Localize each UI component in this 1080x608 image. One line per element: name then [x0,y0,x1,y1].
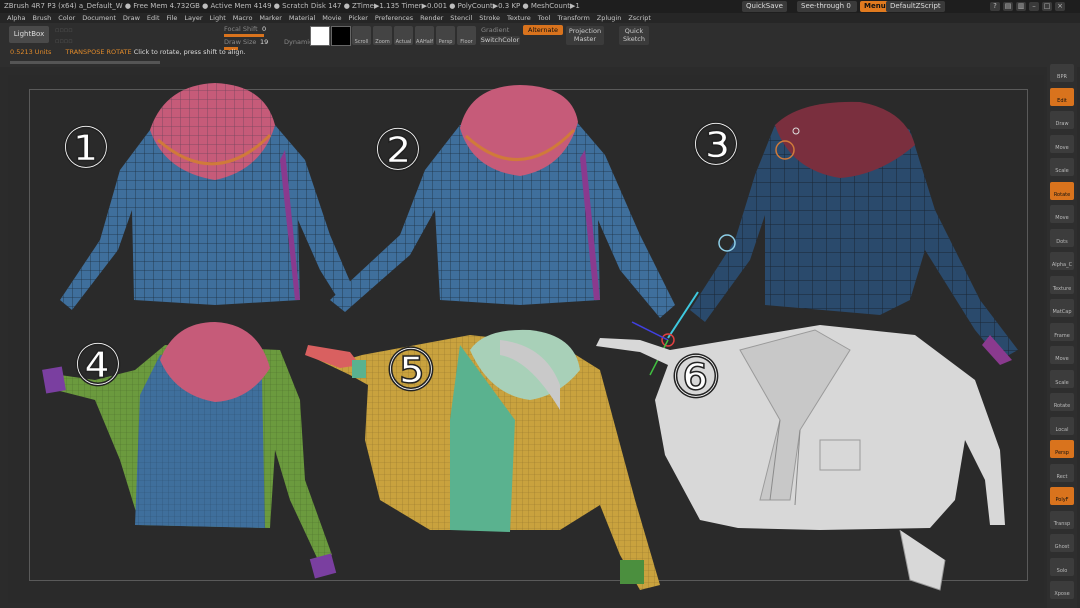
shelf-xpose-button[interactable]: Xpose [1050,581,1074,599]
shelf-edit-button[interactable]: Edit [1050,87,1074,106]
shelf-matcap-button[interactable]: MatCap [1050,299,1074,317]
stage-number-5: ⑤ [385,336,437,404]
shelf-local-button[interactable]: Local [1050,416,1074,435]
shelf-scale-button[interactable]: Scale [1050,369,1074,388]
stage-number-4: ④ [72,331,124,399]
shelf-move-button[interactable]: Move [1050,346,1074,364]
stage-number-1: ① [60,114,112,182]
shelf-persp-button[interactable]: Persp [1050,440,1074,458]
stage-number-3: ③ [690,111,742,179]
right-shelf: BPR Edit Draw Move Scale Rotate Move Dots Alpha_… [1047,60,1077,608]
shelf-draw-button[interactable]: Draw [1050,111,1074,129]
stage-5-jacket [305,329,660,590]
shelf-move-button[interactable]: Move [1050,205,1074,223]
shelf-alpha-c-button[interactable]: Alpha_C [1050,252,1074,270]
stage-number-2: ② [372,116,424,184]
shelf-rotate-button[interactable]: Rotate [1050,181,1074,200]
shelf-rect-button[interactable]: Rect [1050,463,1074,482]
shelf-ghost-button[interactable]: Ghost [1050,534,1074,552]
shelf-transp-button[interactable]: Transp [1050,510,1074,529]
shelf-scale-button[interactable]: Scale [1050,158,1074,176]
shelf-dots-button[interactable]: Dots [1050,228,1074,247]
shelf-rotate-button[interactable]: Rotate [1050,393,1074,411]
stage-number-6: ⑥ [670,343,722,411]
stage-6-jacket [596,325,1005,591]
shelf-solo-button[interactable]: Solo [1050,557,1074,576]
shelf-texture-button[interactable]: Texture [1050,275,1074,294]
shelf-bpr-button[interactable]: BPR [1050,64,1074,82]
shelf-polyf-button[interactable]: PolyF [1050,487,1074,505]
shelf-frame-button[interactable]: Frame [1050,322,1074,341]
sculpt-stages-illustration: ① ② ③ ④ ⑤ ⑥ [42,83,1018,591]
shelf-move-button[interactable]: Move [1050,134,1074,153]
